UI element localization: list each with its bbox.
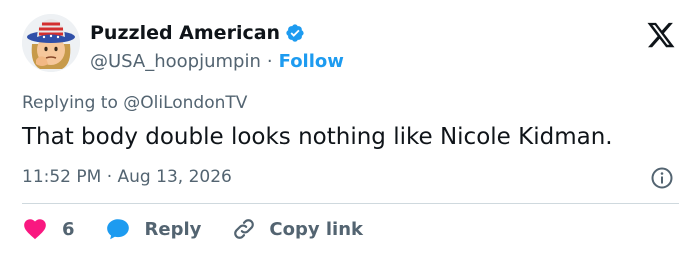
reply-label: Reply <box>144 218 202 240</box>
reply-button[interactable]: Reply <box>105 216 202 242</box>
copy-link-label: Copy link <box>269 218 363 240</box>
like-button[interactable]: 6 <box>22 216 75 242</box>
verified-badge-icon <box>285 23 305 43</box>
replying-to-label[interactable]: Replying to @OliLondonTV <box>22 93 247 113</box>
copy-link-button[interactable]: Copy link <box>231 216 363 242</box>
author-info: Puzzled American @USA_hoopjumpin · Follo… <box>90 20 344 74</box>
follow-button[interactable]: Follow <box>279 51 344 72</box>
tweet-card: Puzzled American @USA_hoopjumpin · Follo… <box>0 0 700 256</box>
heart-icon <box>22 216 48 242</box>
avatar[interactable] <box>22 14 80 72</box>
uncle-sam-hat-emoji-avatar-icon <box>22 14 80 72</box>
display-name[interactable]: Puzzled American <box>90 22 280 44</box>
separator-dot: · <box>266 50 273 72</box>
link-icon <box>231 216 257 242</box>
x-logo-icon[interactable] <box>646 20 676 50</box>
divider <box>22 203 679 204</box>
speech-bubble-icon <box>105 216 131 242</box>
tweet-timestamp[interactable]: 11:52 PM · Aug 13, 2026 <box>22 167 232 187</box>
handle-row: @USA_hoopjumpin · Follow <box>90 48 344 74</box>
name-row: Puzzled American <box>90 20 344 46</box>
user-handle[interactable]: @USA_hoopjumpin <box>90 51 261 72</box>
action-bar: 6 Reply Copy link <box>22 214 363 244</box>
info-icon[interactable] <box>650 166 674 190</box>
tweet-text: That body double looks nothing like Nico… <box>22 124 613 150</box>
like-count: 6 <box>62 218 75 240</box>
